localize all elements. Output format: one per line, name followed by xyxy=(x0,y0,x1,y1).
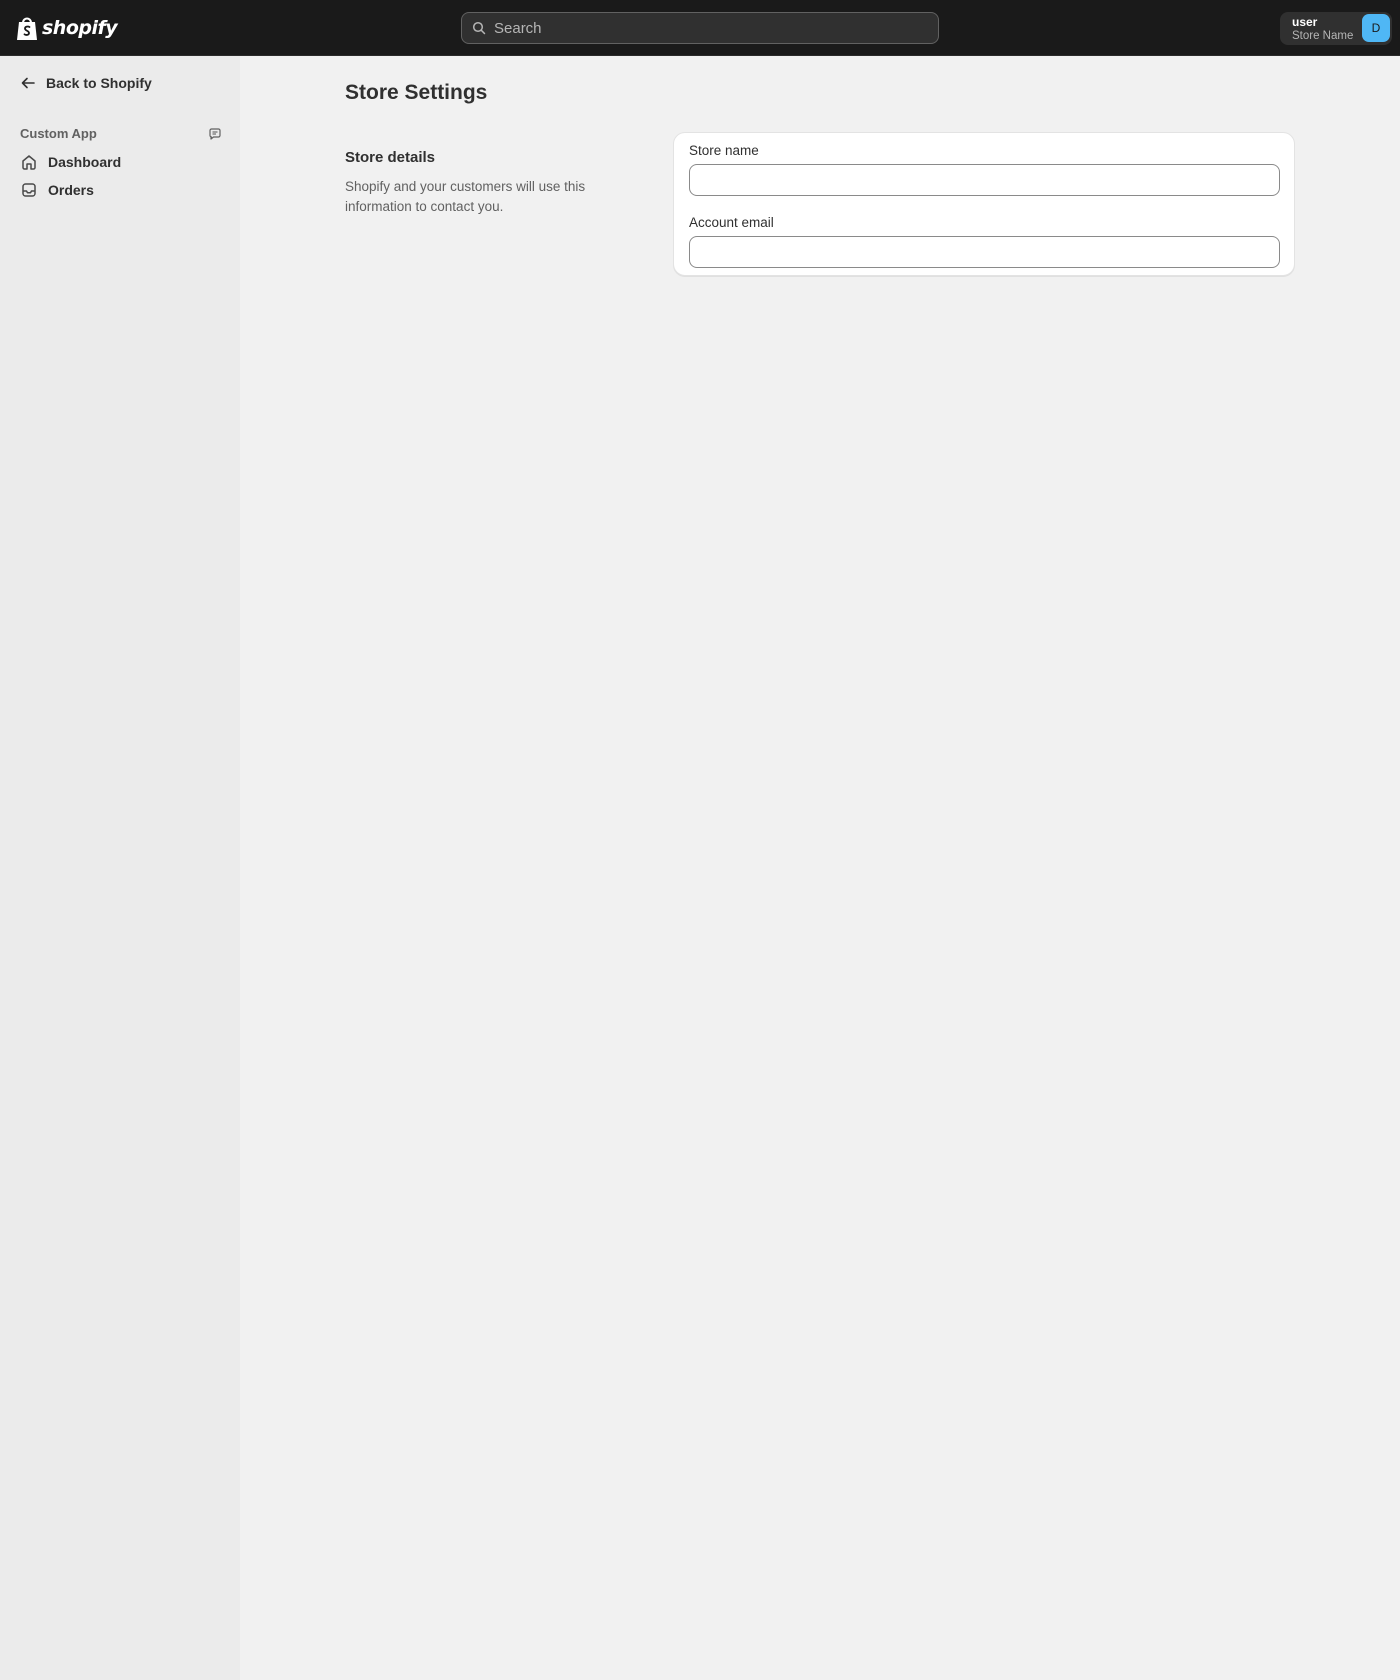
section-description: Shopify and your customers will use this… xyxy=(345,179,586,214)
account-user-name: user xyxy=(1292,14,1318,29)
logo-text: shopify xyxy=(42,17,118,39)
store-name-input[interactable] xyxy=(689,164,1280,196)
shopify-logo[interactable]: shopify xyxy=(16,14,118,42)
section-heading: Store details xyxy=(345,149,436,166)
account-menu-button[interactable]: user Store Name D xyxy=(1280,12,1392,45)
sidebar-item-label: Orders xyxy=(48,182,94,198)
arrow-left-icon xyxy=(21,77,35,89)
avatar: D xyxy=(1362,14,1390,42)
chat-bubble-icon[interactable] xyxy=(208,127,222,141)
sidebar-item-label: Dashboard xyxy=(48,154,122,170)
sidebar-item-dashboard[interactable]: Dashboard xyxy=(20,153,121,171)
app-name: Custom App xyxy=(20,126,97,141)
account-email-input[interactable] xyxy=(689,236,1280,268)
account-store-name: Store Name xyxy=(1292,29,1354,42)
inbox-icon xyxy=(22,183,36,197)
back-to-shopify-link[interactable]: Back to Shopify xyxy=(20,75,152,91)
page-title: Store Settings xyxy=(345,81,488,104)
store-details-card: Store name Account email xyxy=(673,132,1295,276)
shopping-bag-icon xyxy=(17,17,37,40)
account-email-label: Account email xyxy=(689,215,774,230)
store-name-label: Store name xyxy=(689,143,759,158)
account-info: user Store Name xyxy=(1292,15,1353,43)
app-heading: Custom App xyxy=(20,126,222,141)
home-icon xyxy=(22,155,36,170)
search-bar[interactable] xyxy=(461,12,939,44)
sidebar-item-orders[interactable]: Orders xyxy=(20,181,94,199)
search-icon xyxy=(472,21,486,35)
sidebar: Back to Shopify Custom App Dashboard Ord… xyxy=(0,56,240,1680)
back-link-label: Back to Shopify xyxy=(46,75,152,91)
top-bar: shopify user Store Name D xyxy=(0,0,1400,56)
search-input[interactable] xyxy=(494,13,938,43)
